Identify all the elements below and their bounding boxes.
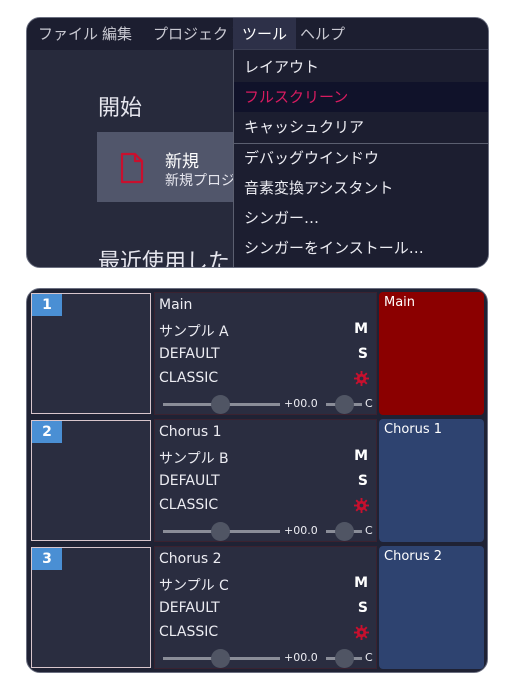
track-thumbnail[interactable]: 1 — [31, 293, 151, 414]
track-row: 2 Chorus 1 サンプル B DEFAULT CLASSIC M S +0… — [27, 416, 487, 543]
menuitem-clear-cache[interactable]: キャッシュクリア — [234, 112, 488, 142]
start-heading: 開始 — [98, 96, 143, 121]
pan-slider-knob[interactable] — [335, 395, 354, 414]
volume-slider-knob[interactable] — [211, 649, 230, 668]
track-phonemizer[interactable]: DEFAULT — [159, 600, 220, 616]
solo-button[interactable]: S — [358, 600, 368, 616]
track-part[interactable]: Chorus 2 — [379, 546, 484, 669]
menu-tools[interactable]: ツール — [233, 18, 297, 50]
track-renderer[interactable]: CLASSIC — [159, 370, 218, 386]
menuitem-singers[interactable]: シンガー… — [234, 203, 488, 233]
track-singer[interactable]: サンプル B — [159, 448, 229, 468]
new-project-desc: 新規プロジ — [165, 173, 235, 189]
track-renderer[interactable]: CLASSIC — [159, 497, 218, 513]
menu-help[interactable]: ヘルプ — [291, 18, 354, 50]
menuitem-layout[interactable]: レイアウト — [234, 52, 488, 82]
volume-value: +00.0 — [284, 651, 318, 664]
track-name[interactable]: Main — [159, 297, 192, 313]
start-window: ファイル 編集 プロジェクト ツール ヘルプ 開始 新規 新規プロジ 最近使用し… — [26, 17, 489, 268]
new-project-title: 新規 — [165, 152, 199, 172]
track-name[interactable]: Chorus 1 — [159, 424, 222, 440]
volume-slider-knob[interactable] — [211, 522, 230, 541]
volume-value: +00.0 — [284, 524, 318, 537]
solo-button[interactable]: S — [358, 473, 368, 489]
gear-icon[interactable] — [354, 371, 369, 386]
mute-button[interactable]: M — [354, 575, 368, 591]
pan-value: C — [365, 524, 373, 537]
track-part[interactable]: Main — [379, 292, 484, 415]
track-number-badge: 1 — [32, 294, 62, 316]
recent-heading: 最近使用した — [98, 250, 231, 268]
menu-bar: ファイル 編集 プロジェクト ツール ヘルプ — [27, 18, 488, 50]
track-singer[interactable]: サンプル A — [159, 321, 229, 341]
pan-slider-knob[interactable] — [335, 522, 354, 541]
menuitem-install-singer[interactable]: シンガーをインストール… — [234, 233, 488, 263]
tools-dropdown-menu: レイアウト フルスクリーン キャッシュクリア デバッグウインドウ 音素変換アシス… — [233, 49, 488, 267]
track-renderer[interactable]: CLASSIC — [159, 624, 218, 640]
solo-button[interactable]: S — [358, 346, 368, 362]
track-header: Chorus 1 サンプル B DEFAULT CLASSIC M S +00.… — [154, 419, 377, 542]
track-number-badge: 2 — [32, 421, 62, 443]
mute-button[interactable]: M — [354, 321, 368, 337]
volume-slider-knob[interactable] — [211, 395, 230, 414]
track-row: 1 Main サンプル A DEFAULT CLASSIC M S +00.0 … — [27, 289, 487, 416]
track-part[interactable]: Chorus 1 — [379, 419, 484, 542]
track-header: Main サンプル A DEFAULT CLASSIC M S +00.0 C — [154, 292, 377, 415]
menu-edit[interactable]: 編集 — [93, 18, 141, 50]
track-number-badge: 3 — [32, 548, 62, 570]
track-singer[interactable]: サンプル C — [159, 575, 229, 595]
volume-value: +00.0 — [284, 397, 318, 410]
menuitem-fullscreen[interactable]: フルスクリーン — [234, 82, 488, 112]
menuitem-debug-window[interactable]: デバッグウインドウ — [234, 143, 488, 173]
track-row: 3 Chorus 2 サンプル C DEFAULT CLASSIC M S +0… — [27, 543, 487, 670]
track-thumbnail[interactable]: 3 — [31, 547, 151, 668]
track-phonemizer[interactable]: DEFAULT — [159, 346, 220, 362]
gear-icon[interactable] — [354, 498, 369, 513]
tracks-window: 1 Main サンプル A DEFAULT CLASSIC M S +00.0 … — [26, 288, 488, 673]
pan-value: C — [365, 397, 373, 410]
menuitem-phoneme-assistant[interactable]: 音素変換アシスタント — [234, 173, 488, 203]
pan-slider-knob[interactable] — [335, 649, 354, 668]
track-header: Chorus 2 サンプル C DEFAULT CLASSIC M S +00.… — [154, 546, 377, 669]
track-name[interactable]: Chorus 2 — [159, 551, 222, 567]
track-thumbnail[interactable]: 2 — [31, 420, 151, 541]
pan-value: C — [365, 651, 373, 664]
document-icon — [120, 152, 144, 184]
gear-icon[interactable] — [354, 625, 369, 640]
mute-button[interactable]: M — [354, 448, 368, 464]
track-phonemizer[interactable]: DEFAULT — [159, 473, 220, 489]
